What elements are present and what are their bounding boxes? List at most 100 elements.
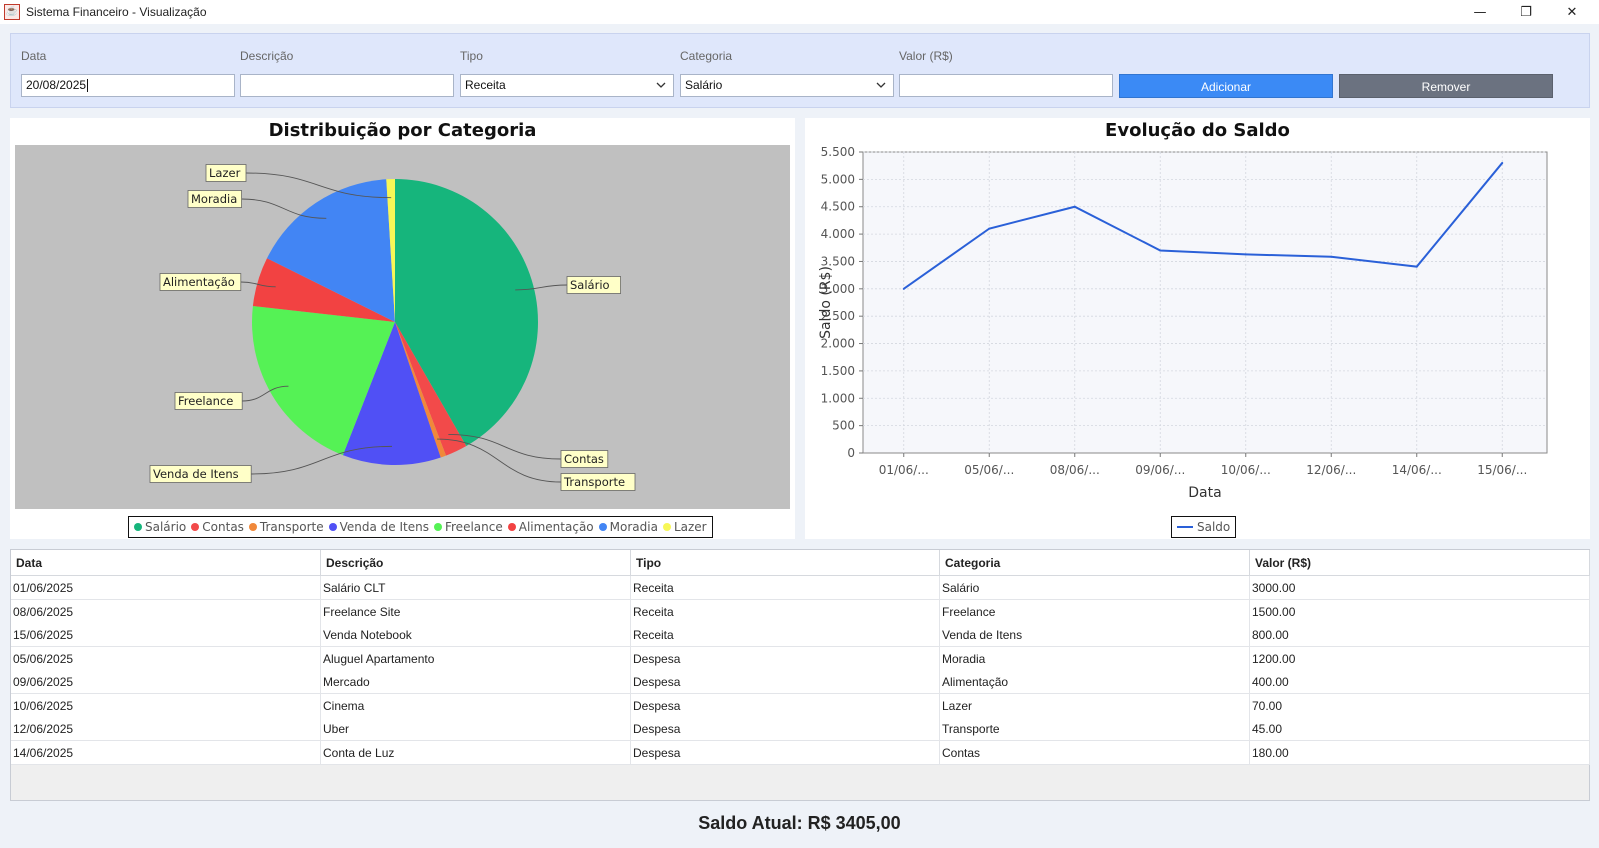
table-cell: 12/06/2025 [11,717,321,741]
table-cell: Transporte [940,717,1250,741]
column-header[interactable]: Valor (R$) [1250,550,1590,576]
x-tick-label: 08/06/... [1050,463,1100,477]
chevron-down-icon [876,82,886,88]
entry-form: Data Descrição Tipo Categoria Valor (R$)… [10,33,1590,108]
legend-item-venda-de-itens: Venda de Itens [328,520,429,534]
table-cell: Uber [321,717,631,741]
legend-label: Moradia [609,520,658,534]
legend-dot [134,523,142,531]
table-cell: Alimentação [940,670,1250,694]
y-tick-label: 5.000 [821,172,855,186]
table-header: Data Descrição Tipo Categoria Valor (R$) [11,550,1590,576]
line-plot-area [862,151,1548,454]
pie-label-text: Venda de Itens [153,467,239,481]
table-row[interactable]: 08/06/2025 Freelance Site Receita Freelance… [11,599,1590,624]
table-cell: Aluguel Apartamento [321,646,631,671]
transactions-table[interactable]: Data Descrição Tipo Categoria Valor (R$) 01/… [10,549,1590,801]
table-cell: Despesa [631,670,940,694]
pie-label-text: Alimentação [163,275,235,289]
pie-chart-panel: Distribuição por Categoria Salário Contas… [10,118,795,539]
legend-dot [662,523,671,531]
table-cell: 800.00 [1250,623,1590,647]
table-cell: 1200.00 [1250,646,1590,671]
line-chart-title: Evolução do Saldo [1105,120,1290,141]
remove-button[interactable]: Remover [1339,74,1553,98]
table-cell: Salário [940,576,1250,600]
y-tick-label: 4.000 [821,227,855,241]
x-tick-label: 05/06/... [964,463,1014,477]
legend-item-salário: Salário [134,520,186,534]
saldo-point [988,227,991,230]
text-caret [87,79,89,93]
legend-label: Contas [202,520,244,534]
close-button[interactable]: ✕ [1549,0,1595,24]
legend-label: Salário [145,520,187,534]
table-cell: 1500.00 [1250,599,1590,624]
title-bar: ☕ Sistema Financeiro - Visualização — ❐ … [0,0,1599,24]
table-row[interactable]: 09/06/2025 Mercado Despesa Alimentação 400.0… [11,670,1590,694]
x-tick-label: 01/06/... [879,463,929,477]
add-button[interactable]: Adicionar [1119,74,1333,98]
table-cell: 08/06/2025 [11,599,321,624]
table-cell: 01/06/2025 [11,576,321,600]
line-legend: Saldo [1171,516,1237,538]
y-tick-label: 0 [847,446,855,460]
y-tick-label: 1.000 [821,391,855,405]
x-tick-label: 15/06/... [1477,463,1527,477]
legend-label: Transporte [259,520,324,534]
table-cell: 400.00 [1250,670,1590,694]
label-categoria: Categoria [680,49,733,63]
label-valor: Valor (R$) [899,49,953,63]
table-cell: Freelance [940,599,1250,624]
legend-item-freelance: Freelance [433,520,503,534]
table-row[interactable]: 05/06/2025 Aluguel Apartamento Despesa Mora… [11,646,1590,671]
table-cell: Cinema [321,693,631,718]
table-row[interactable]: 10/06/2025 Cinema Despesa Lazer 70.00 [11,693,1590,718]
legend-label: Venda de Itens [339,520,429,534]
x-tick-label: 10/06/... [1221,463,1271,477]
pie-label-text: Freelance [178,394,233,408]
legend-dot [433,523,442,531]
table-cell: Mercado [321,670,631,694]
pie-chart-title: Distribuição por Categoria [268,120,537,141]
column-header[interactable]: Categoria [940,550,1250,576]
pie-label-text: Lazer [209,166,241,180]
column-header[interactable]: Descrição [321,550,631,576]
minimize-button[interactable]: — [1457,0,1503,24]
table-cell: Conta de Luz [321,740,631,765]
legend-dot [191,523,200,531]
table-cell: 09/06/2025 [11,670,321,694]
saldo-point [902,287,905,290]
line-chart: 05001.0001.5002.0002.5003.0003.5004.0004… [818,145,1548,501]
legend-label: Alimentação [518,520,594,534]
table-row[interactable]: 01/06/2025 Salário CLT Receita Salário 3000.… [11,576,1590,600]
pie-label-text: Moradia [191,192,237,206]
table-cell: 180.00 [1250,740,1590,765]
table-cell: Despesa [631,646,940,671]
table-cell: Salário CLT [321,576,631,600]
valor-input[interactable] [899,74,1113,97]
categoria-select[interactable]: Salário [680,74,894,97]
column-header[interactable]: Data [11,550,321,576]
date-input[interactable]: 20/08/2025 [21,74,235,97]
description-input[interactable] [240,74,454,97]
legend-label: Saldo [1197,520,1231,534]
line-chart-panel: Evolução do Saldo 0 500 1.000 1.500 2.000 2.5… [805,118,1590,539]
table-cell: Receita [631,599,940,624]
table-row[interactable]: 12/06/2025 Uber Despesa Transporte 45.00 [11,717,1590,741]
pie-legend: Salário Contas Transporte Venda de Itens Fre… [128,516,713,538]
saldo-point [1330,255,1333,258]
table-cell: Lazer [940,693,1250,718]
table-cell: 70.00 [1250,693,1590,718]
table-cell: Despesa [631,740,940,765]
tipo-select[interactable]: Receita [460,74,674,97]
restore-button[interactable]: ❐ [1503,0,1549,24]
label-data: Data [21,49,47,63]
table-row[interactable]: 14/06/2025 Conta de Luz Despesa Contas 180.0… [11,740,1590,765]
java-app-icon: ☕ [4,4,20,20]
table-row[interactable]: 15/06/2025 Venda Notebook Receita Venda de … [11,623,1590,647]
column-header[interactable]: Tipo [631,550,940,576]
saldo-point [1501,161,1504,164]
pie-label-text: Contas [564,452,604,466]
table-cell: 45.00 [1250,717,1590,741]
